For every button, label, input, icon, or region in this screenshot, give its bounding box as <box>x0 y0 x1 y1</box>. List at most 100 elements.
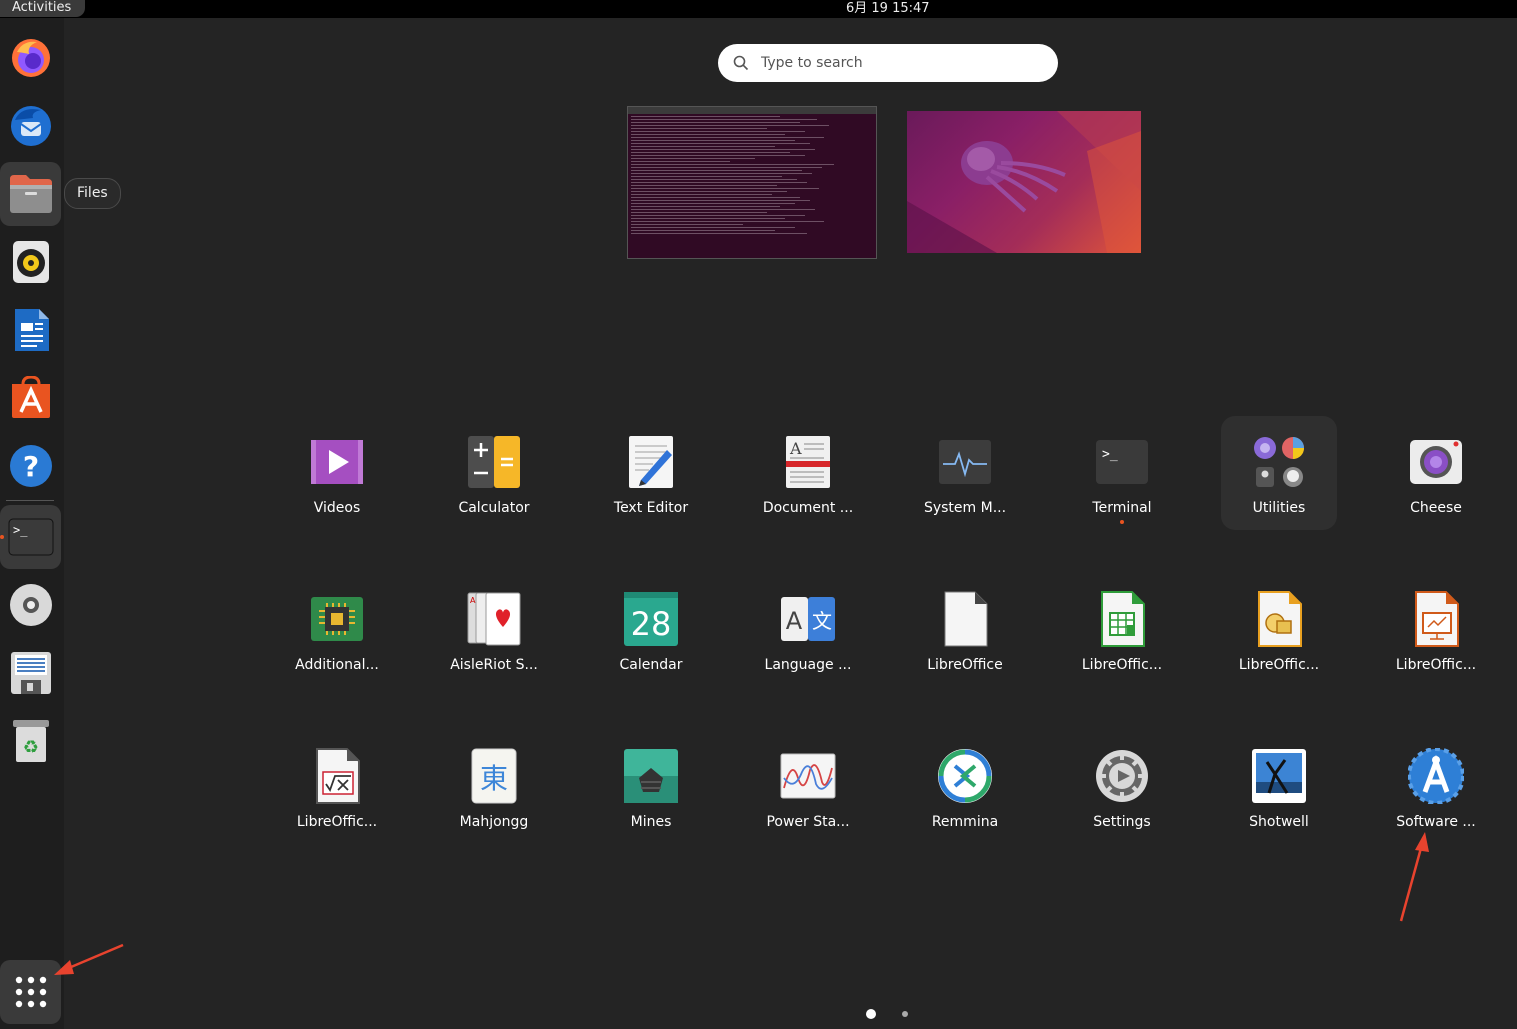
app-label: Cheese <box>1410 500 1462 516</box>
terminal-text-line <box>631 182 808 183</box>
jellyfish-wallpaper <box>907 111 1141 253</box>
app-cheese[interactable]: Cheese <box>1378 416 1494 530</box>
app-label: Calendar <box>619 657 683 673</box>
app-language-support[interactable]: A文 Language ... <box>750 573 866 687</box>
floppy-icon[interactable] <box>0 641 61 705</box>
terminal-text-line <box>631 167 822 168</box>
app-label: LibreOffic... <box>296 814 378 830</box>
svg-text:28: 28 <box>631 605 672 643</box>
help-icon[interactable]: ? <box>0 434 61 498</box>
activities-button[interactable]: Activities <box>0 0 86 17</box>
terminal-text-line <box>631 191 788 192</box>
app-libreoffice-draw[interactable]: LibreOffic... <box>1221 573 1337 687</box>
app-text-editor[interactable]: Text Editor <box>593 416 709 530</box>
app-settings[interactable]: Settings <box>1064 730 1180 844</box>
terminal-icon[interactable]: >_ <box>0 505 61 569</box>
app-remmina[interactable]: Remmina <box>907 730 1023 844</box>
utilities-folder-icon <box>1254 437 1304 487</box>
app-additional-drivers[interactable]: Additional... <box>279 573 395 687</box>
files-icon[interactable] <box>0 162 61 226</box>
additional-drivers-icon <box>311 597 363 641</box>
terminal-text-line <box>631 212 768 213</box>
terminal-text-line <box>631 203 795 204</box>
shotwell-icon <box>1252 749 1306 803</box>
thunderbird-icon[interactable] <box>0 94 61 158</box>
terminal-text-line <box>631 173 813 174</box>
svg-text:>_: >_ <box>13 523 28 537</box>
app-mines[interactable]: Mines <box>593 730 709 844</box>
app-power-statistics[interactable]: Power Sta... <box>750 730 866 844</box>
app-center-icon[interactable] <box>0 366 61 430</box>
app-label: LibreOffic... <box>1238 657 1320 673</box>
writer-icon[interactable] <box>0 298 61 362</box>
terminal-text-line <box>631 197 800 198</box>
terminal-text-line <box>631 164 835 165</box>
terminal-text-line <box>631 200 810 201</box>
terminal-text-line <box>631 224 743 225</box>
app-shotwell[interactable]: Shotwell <box>1221 730 1337 844</box>
terminal-text-line <box>631 170 803 171</box>
dock-separator <box>6 500 54 501</box>
app-libreoffice[interactable]: LibreOffice <box>907 573 1023 687</box>
app-label: Document ... <box>762 500 854 516</box>
app-software-updater[interactable]: Software ... <box>1378 730 1494 844</box>
text-editor-icon <box>629 436 673 488</box>
app-folder-utilities[interactable]: Utilities <box>1221 416 1337 530</box>
search-icon <box>733 55 749 71</box>
software-updater-icon <box>1408 748 1464 804</box>
firefox-icon[interactable] <box>0 26 61 90</box>
app-label: Additional... <box>295 657 379 673</box>
terminal-text-line <box>631 149 815 150</box>
calculator-icon <box>468 436 520 488</box>
page-indicator-2[interactable] <box>902 1011 908 1017</box>
app-calendar[interactable]: 28 Calendar <box>593 573 709 687</box>
libreoffice-math-icon <box>316 748 360 804</box>
workspace-1-thumbnail[interactable] <box>627 106 877 259</box>
app-libreoffice-calc[interactable]: LibreOffic... <box>1064 573 1180 687</box>
app-mahjongg[interactable]: 東 Mahjongg <box>436 730 552 844</box>
search-bar[interactable] <box>718 44 1058 82</box>
trash-icon[interactable]: ♻ <box>0 709 61 773</box>
terminal-text-line <box>631 131 805 132</box>
app-system-monitor[interactable]: System M... <box>907 416 1023 530</box>
app-label: Text Editor <box>613 500 689 516</box>
svg-text:?: ? <box>22 450 38 483</box>
terminal-text-line <box>631 227 795 228</box>
app-libreoffice-math[interactable]: LibreOffic... <box>279 730 395 844</box>
terminal-text-line <box>631 119 817 120</box>
app-libreoffice-impress[interactable]: LibreOffic... <box>1378 573 1494 687</box>
videos-icon <box>311 440 363 484</box>
search-input[interactable] <box>761 55 1041 71</box>
libreoffice-icon <box>944 591 988 647</box>
app-label: Shotwell <box>1249 814 1309 830</box>
app-label: Calculator <box>458 500 530 516</box>
calendar-icon: 28 <box>624 592 678 646</box>
dock: ? >_ ♻ <box>0 18 64 1029</box>
terminal-text-line <box>631 176 783 177</box>
terminal-text-line <box>631 194 773 195</box>
app-label: Mahjongg <box>459 814 529 830</box>
app-label: Utilities <box>1252 500 1306 516</box>
clock[interactable]: 6月 19 15:47 <box>846 0 930 17</box>
disc-icon[interactable] <box>0 573 61 637</box>
settings-gear-icon <box>1096 750 1148 802</box>
app-terminal[interactable]: >_ Terminal <box>1064 416 1180 530</box>
libreoffice-draw-icon <box>1258 591 1302 647</box>
terminal-text-line <box>631 116 780 117</box>
app-calculator[interactable]: Calculator <box>436 416 552 530</box>
app-aisleriot[interactable]: A AisleRiot S... <box>436 573 552 687</box>
svg-text:A: A <box>470 596 476 605</box>
page-indicator-1[interactable] <box>866 1009 876 1019</box>
app-label: Power Sta... <box>766 814 850 830</box>
annotation-arrow-show-apps <box>54 943 124 975</box>
terminal-text-line <box>631 221 825 222</box>
system-monitor-icon <box>939 440 991 484</box>
language-support-icon: A文 <box>781 597 835 641</box>
app-document-viewer[interactable]: A Document ... <box>750 416 866 530</box>
app-videos[interactable]: Videos <box>279 416 395 530</box>
rhythmbox-icon[interactable] <box>0 230 61 294</box>
workspace-2-thumbnail[interactable] <box>907 111 1141 253</box>
terminal-text-line <box>631 125 830 126</box>
app-label: Terminal <box>1092 500 1152 516</box>
terminal-text-line <box>631 179 798 180</box>
